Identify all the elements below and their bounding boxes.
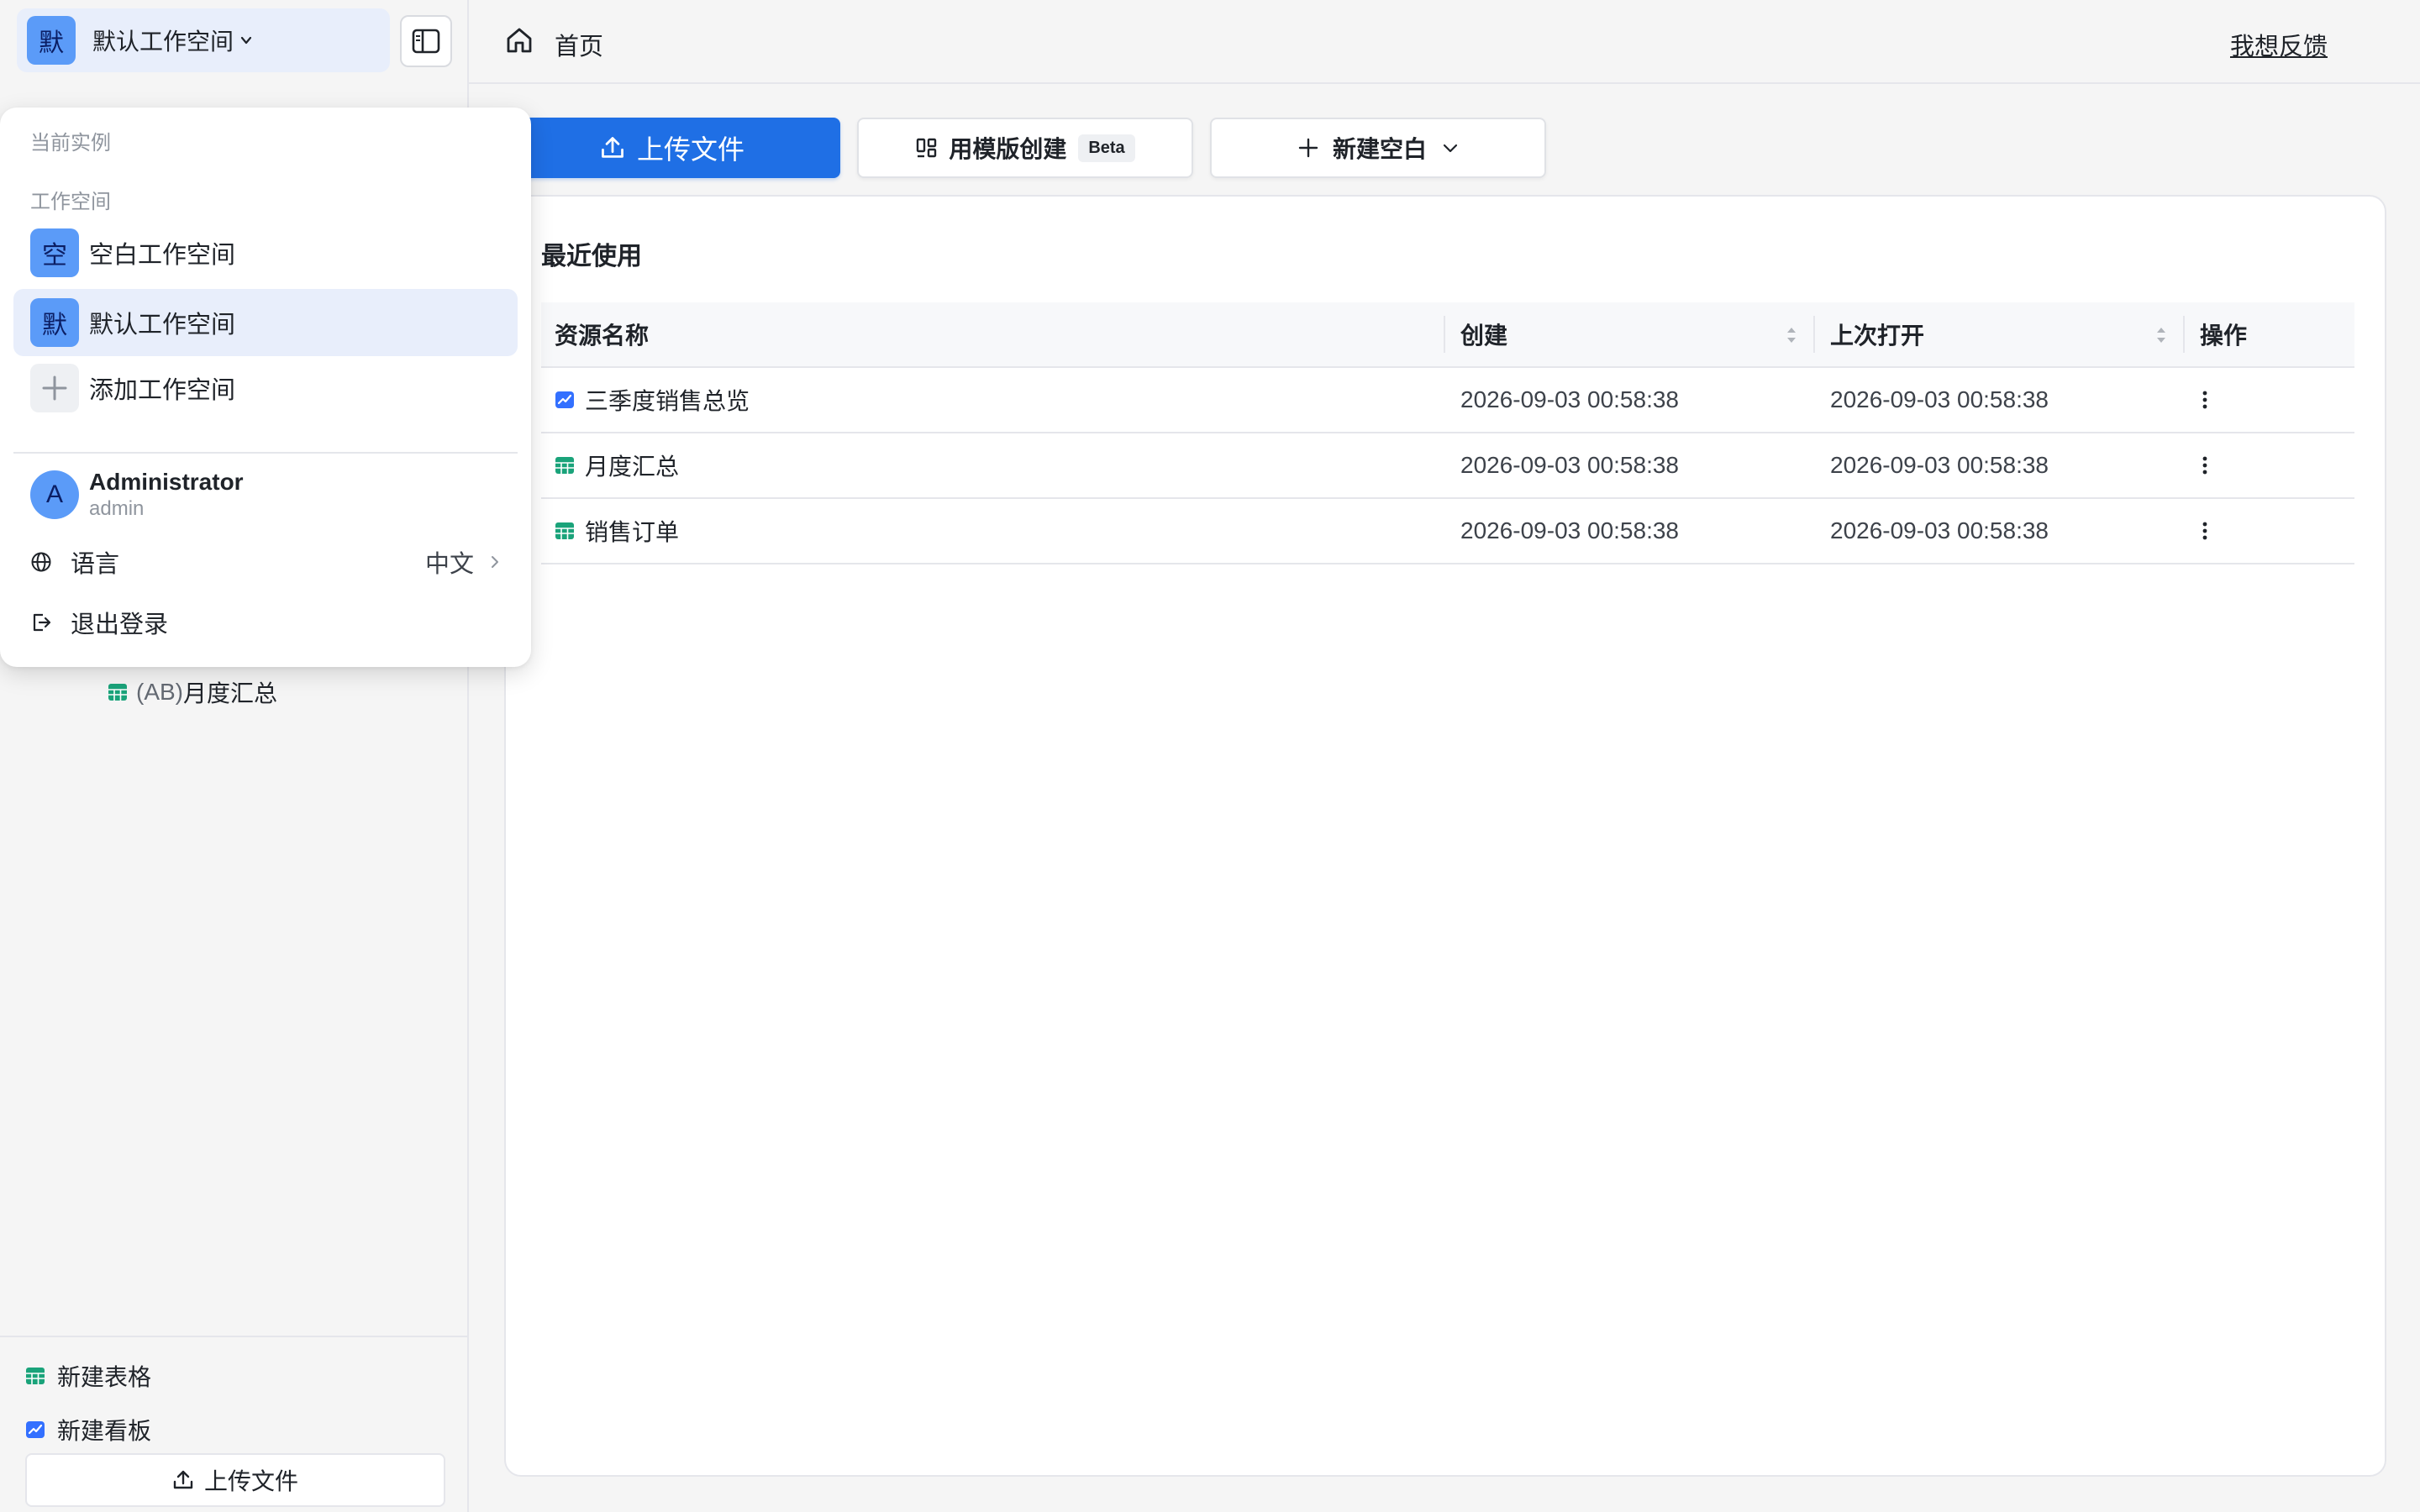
current-instance-label: 当前实例 (30, 132, 111, 155)
last-opened-time: 2026-09-03 00:58:38 (1830, 517, 2049, 543)
new-sheet-link[interactable]: 新建表格 (25, 1359, 151, 1393)
sort-icon[interactable] (1785, 324, 1798, 346)
new-board-label: 新建看板 (57, 1418, 152, 1444)
menu-divider (13, 452, 518, 454)
plus-icon (30, 364, 79, 412)
created-time: 2026-09-03 00:58:38 (1460, 386, 1679, 412)
user-username: admin (89, 497, 145, 520)
breadcrumb-home[interactable]: 首页 (555, 27, 603, 62)
workspace-option-label: 空白工作空间 (89, 242, 236, 269)
logout-icon (33, 613, 51, 632)
chevron-down-icon (1443, 144, 1458, 153)
user-avatar: A (30, 470, 79, 519)
created-time: 2026-09-03 00:58:38 (1460, 517, 1679, 543)
column-header-actions: 操作 (2200, 323, 2248, 349)
more-vertical-icon (2202, 391, 2207, 409)
sidebar-collapse-button[interactable] (400, 15, 452, 67)
tree-item-label: 月度汇总 (183, 680, 278, 706)
new-blank-button[interactable]: 新建空白 (1210, 118, 1546, 178)
column-header-name: 资源名称 (555, 323, 650, 349)
plus-icon (1298, 138, 1318, 158)
dashboard-icon (555, 391, 574, 408)
workspace-option-default[interactable]: 默 默认工作空间 (13, 289, 518, 356)
column-header-last-opened[interactable]: 上次打开 (1830, 302, 1924, 366)
new-blank-label: 新建空白 (1332, 136, 1427, 162)
upload-icon (602, 137, 623, 158)
tree-item-monthly-summary[interactable]: (AB) 月度汇总 (108, 675, 277, 709)
resource-name-cell[interactable]: 销售订单 (555, 499, 679, 563)
sheet-icon (26, 1368, 45, 1384)
dashboard-icon (26, 1421, 45, 1438)
row-more-button[interactable] (2188, 383, 2222, 417)
workspace-avatar: 默 (30, 298, 79, 347)
user-info: A Administrator admin (30, 469, 244, 521)
logout-menu-item[interactable]: 退出登录 (30, 605, 501, 640)
resource-name: 月度汇总 (585, 454, 680, 480)
more-vertical-icon (2202, 522, 2207, 540)
workspace-dropdown-menu: 当前实例 工作空间 空 空白工作空间 默 默认工作空间 添加工作空间 A Adm… (0, 108, 531, 667)
upload-icon (173, 1470, 193, 1489)
beta-badge: Beta (1078, 134, 1135, 162)
sheet-icon (555, 522, 574, 539)
upload-file-button[interactable]: 上传文件 (504, 118, 840, 178)
resource-name-cell[interactable]: 月度汇总 (555, 433, 679, 497)
sheet-icon (108, 684, 127, 701)
workspace-section-label: 工作空间 (30, 191, 111, 213)
table-row[interactable]: 销售订单 2026-09-03 00:58:38 2026-09-03 00:5… (541, 499, 2354, 564)
template-label: 用模版创建 (949, 136, 1067, 162)
add-workspace-label: 添加工作空间 (89, 377, 236, 404)
chevron-down-icon (240, 36, 252, 45)
recent-table: 资源名称 创建 上次打开 操作 三季度销售总览 2026-09-03 00:58… (541, 302, 2354, 564)
sheet-icon (555, 457, 574, 474)
workspace-name: 默认工作空间 (92, 29, 234, 55)
row-more-button[interactable] (2188, 449, 2222, 482)
chevron-right-icon (492, 556, 498, 568)
table-row[interactable]: 月度汇总 2026-09-03 00:58:38 2026-09-03 00:5… (541, 433, 2354, 499)
workspace-switcher[interactable]: 默 默认工作空间 (17, 8, 390, 72)
recent-title: 最近使用 (541, 243, 642, 270)
column-header-created[interactable]: 创建 (1460, 302, 1507, 366)
resource-name: 三季度销售总览 (585, 388, 750, 414)
workspace-avatar: 默 (27, 16, 76, 65)
language-label: 语言 (71, 551, 120, 578)
table-header: 资源名称 创建 上次打开 操作 (541, 302, 2354, 368)
column-divider (1444, 316, 1445, 353)
table-row[interactable]: 三季度销售总览 2026-09-03 00:58:38 2026-09-03 0… (541, 368, 2354, 433)
column-divider (2183, 316, 2185, 353)
column-divider (1813, 316, 1815, 353)
workspace-option-label: 默认工作空间 (89, 312, 236, 339)
sort-icon[interactable] (2154, 324, 2168, 346)
logout-label: 退出登录 (71, 612, 169, 638)
new-board-link[interactable]: 新建看板 (25, 1413, 151, 1446)
sidebar-upload-button[interactable]: 上传文件 (25, 1453, 445, 1507)
language-value: 中文 (424, 551, 474, 578)
sidebar-toggle-icon (412, 29, 440, 54)
more-vertical-icon (2202, 456, 2207, 475)
created-time: 2026-09-03 00:58:38 (1460, 452, 1679, 478)
add-workspace-button[interactable]: 添加工作空间 (13, 354, 518, 422)
row-more-button[interactable] (2188, 514, 2222, 548)
resource-name-cell[interactable]: 三季度销售总览 (555, 368, 750, 432)
user-name: Administrator (89, 469, 244, 495)
sidebar-bottom: 新建表格 新建看板 上传文件 (0, 1336, 467, 1512)
upload-file-label: 上传文件 (636, 134, 744, 165)
workspace-option-blank[interactable]: 空 空白工作空间 (13, 219, 518, 286)
recent-card: 最近使用 资源名称 创建 上次打开 操作 三季度销售总览 2026-09-03 … (504, 195, 2386, 1477)
language-menu-item[interactable]: 语言 中文 (30, 544, 501, 580)
last-opened-time: 2026-09-03 00:58:38 (1830, 452, 2049, 478)
template-icon (917, 138, 937, 158)
workspace-avatar: 空 (30, 228, 79, 277)
globe-icon (31, 552, 51, 572)
resource-name: 销售订单 (585, 519, 680, 545)
tree-item-prefix: (AB) (136, 679, 183, 705)
last-opened-time: 2026-09-03 00:58:38 (1830, 386, 2049, 412)
feedback-link[interactable]: 我想反馈 (2230, 27, 2328, 62)
new-sheet-label: 新建表格 (57, 1364, 152, 1390)
create-from-template-button[interactable]: 用模版创建 Beta (857, 118, 1193, 178)
home-icon[interactable] (504, 25, 534, 55)
top-header: 首页 我想反馈 (469, 0, 2420, 84)
sidebar-upload-label: 上传文件 (203, 1468, 298, 1494)
